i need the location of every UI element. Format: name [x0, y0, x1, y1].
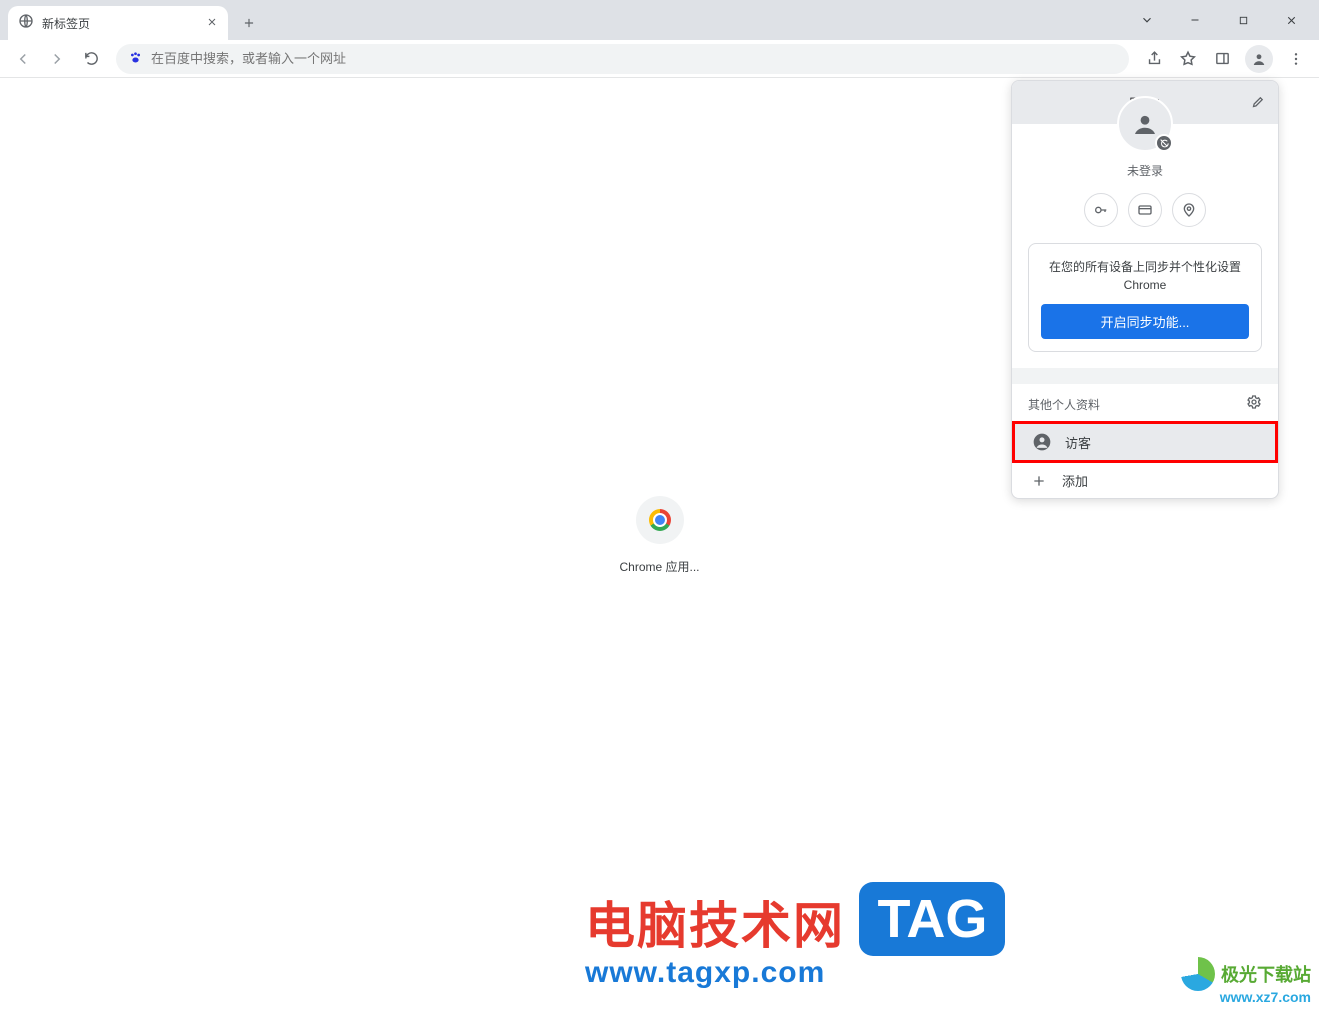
chrome-apps-icon [636, 496, 684, 544]
new-tab-button[interactable] [234, 8, 264, 38]
omnibox-input[interactable] [151, 51, 1117, 66]
forward-button[interactable] [42, 44, 72, 74]
addresses-icon[interactable] [1172, 193, 1206, 227]
browser-tab[interactable]: 新标签页 [8, 6, 228, 40]
add-profile-row[interactable]: 添加 [1012, 463, 1278, 498]
minimize-button[interactable] [1173, 5, 1217, 35]
manage-profiles-gear-icon[interactable] [1246, 394, 1262, 415]
profiles-header: 其他个人资料 [1012, 384, 1278, 421]
globe-icon [18, 13, 34, 34]
sync-off-badge-icon [1155, 134, 1173, 152]
enable-sync-button[interactable]: 开启同步功能... [1041, 304, 1249, 339]
bookmark-star-icon[interactable] [1173, 44, 1203, 74]
side-panel-icon[interactable] [1207, 44, 1237, 74]
sync-card: 在您的所有设备上同步并个性化设置 Chrome 开启同步功能... [1028, 243, 1262, 352]
watermark-tagxp-badge: TAG [859, 882, 1005, 956]
guest-profile-row[interactable]: 访客 [1012, 421, 1278, 463]
plus-icon [1028, 473, 1050, 489]
baidu-icon [128, 50, 143, 68]
menu-icon[interactable] [1281, 44, 1311, 74]
watermark-tagxp-cn: 电脑技术网 [585, 898, 845, 954]
close-window-button[interactable] [1269, 5, 1313, 35]
passwords-icon[interactable] [1084, 193, 1118, 227]
watermark-xz7: 极光下载站 www.xz7.com [1181, 957, 1311, 1005]
back-button[interactable] [8, 44, 38, 74]
sync-card-text-1: 在您的所有设备上同步并个性化设置 [1041, 258, 1249, 276]
payment-card-icon[interactable] [1128, 193, 1162, 227]
popup-separator [1012, 368, 1278, 384]
tab-title: 新标签页 [42, 15, 206, 32]
reload-button[interactable] [76, 44, 106, 74]
guest-profile-label: 访客 [1065, 433, 1091, 452]
add-profile-label: 添加 [1062, 471, 1088, 490]
share-icon[interactable] [1139, 44, 1169, 74]
popup-login-status: 未登录 [1012, 162, 1278, 179]
profile-popup: 用户1 未登录 在您的所有设备上同步并个性化设置 Chrome 开启同步功能..… [1011, 80, 1279, 499]
tabs-dropdown-icon[interactable] [1125, 5, 1169, 35]
watermark-tagxp-url: www.tagxp.com [585, 956, 1005, 990]
watermark-xz7-url: www.xz7.com [1181, 989, 1311, 1005]
window-controls [1125, 0, 1319, 40]
profiles-title: 其他个人资料 [1028, 396, 1100, 413]
chrome-apps-label: Chrome 应用... [619, 558, 699, 575]
guest-icon [1031, 432, 1053, 452]
watermark-xz7-text: 极光下载站 [1221, 961, 1311, 987]
maximize-button[interactable] [1221, 5, 1265, 35]
toolbar [0, 40, 1319, 78]
edit-profile-icon[interactable] [1251, 94, 1266, 114]
sync-card-text-2: Chrome [1041, 276, 1249, 294]
popup-avatar [1117, 96, 1173, 152]
close-tab-icon[interactable] [206, 15, 218, 31]
address-bar[interactable] [116, 44, 1129, 74]
watermark-tagxp: 电脑技术网 TAG www.tagxp.com [585, 882, 1005, 990]
chrome-apps-shortcut[interactable]: Chrome 应用... [619, 496, 699, 575]
profile-avatar-button[interactable] [1245, 45, 1273, 73]
titlebar: 新标签页 [0, 0, 1319, 40]
watermark-xz7-icon [1181, 957, 1215, 991]
